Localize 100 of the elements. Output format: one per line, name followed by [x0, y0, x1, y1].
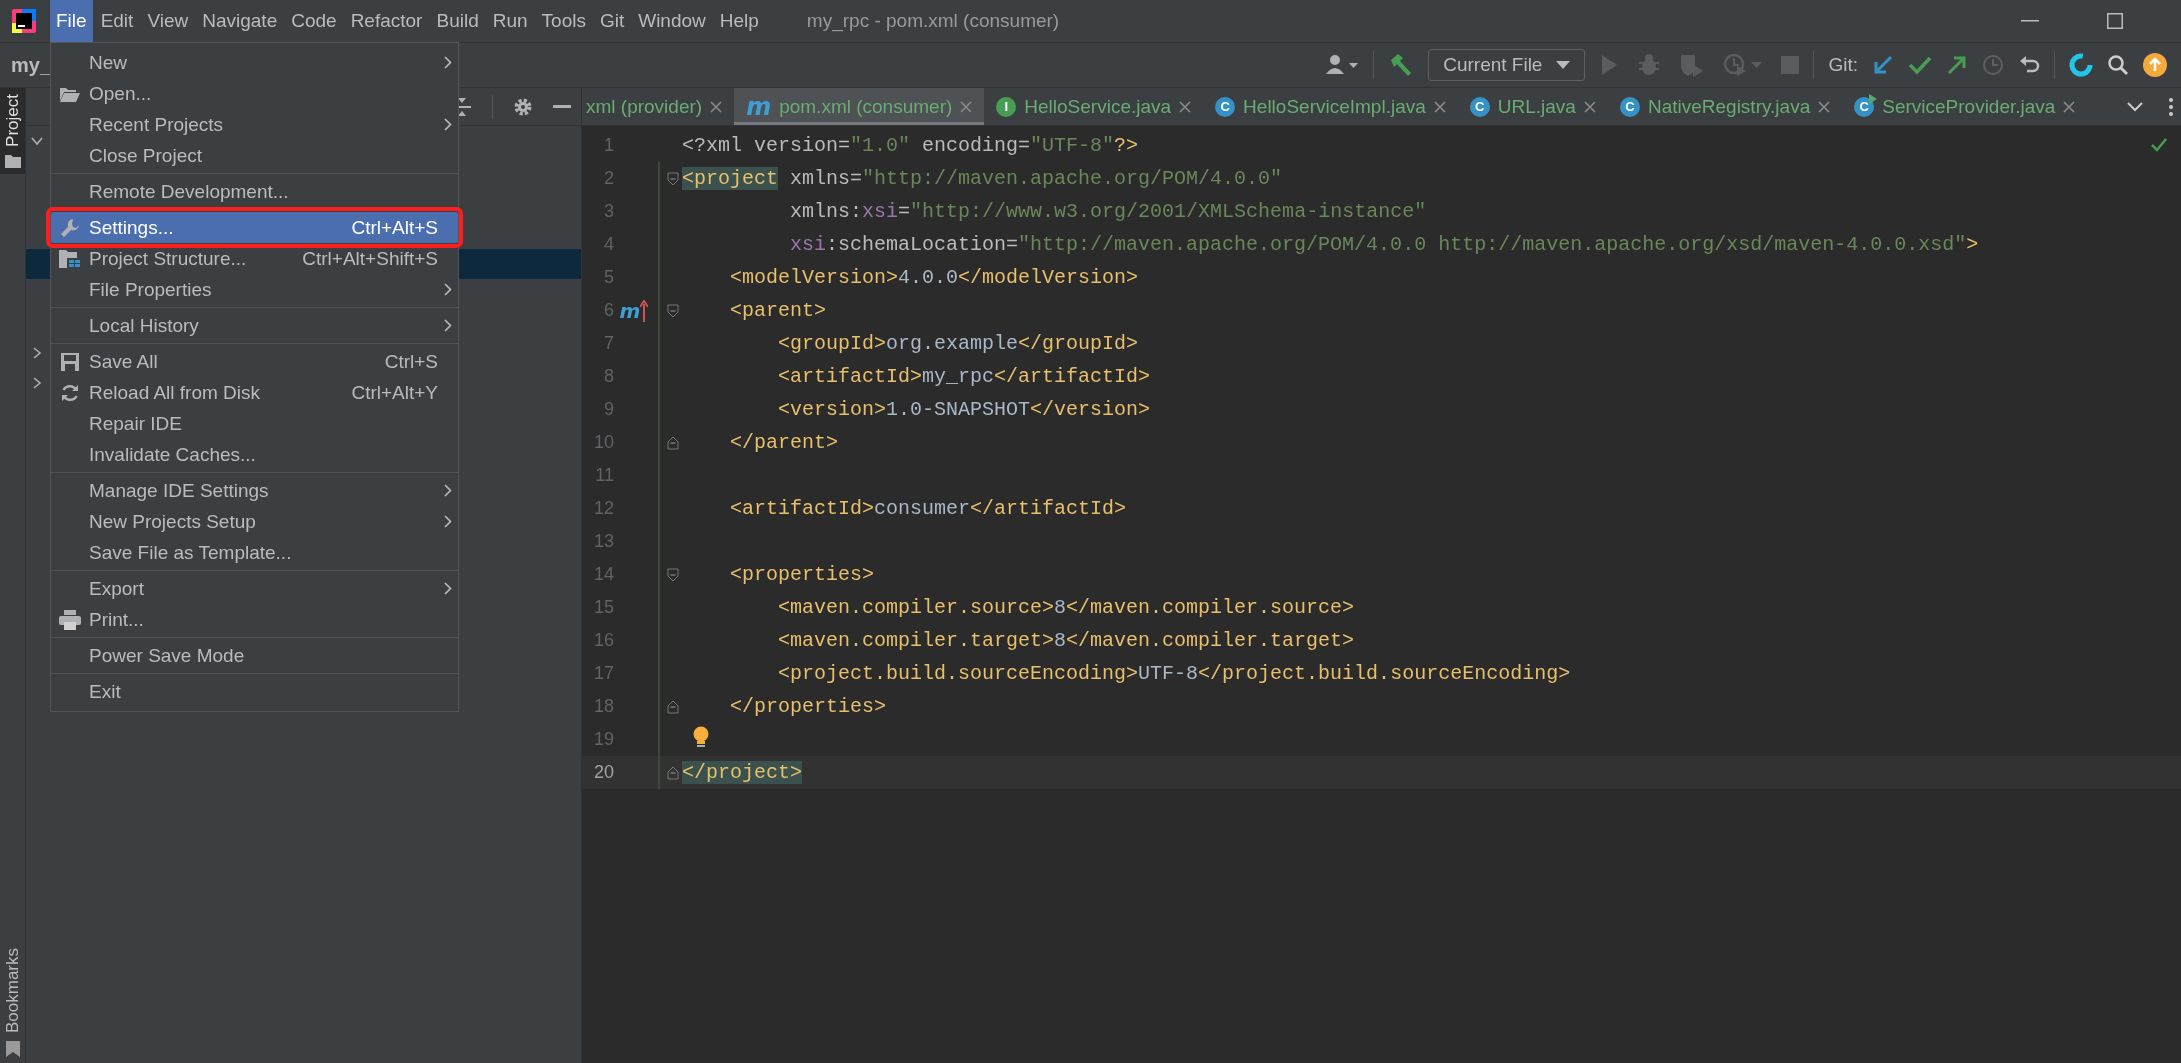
editor-tab[interactable]: m pom.xml (consumer)	[734, 88, 985, 125]
class-icon: C	[1619, 96, 1640, 117]
fold-icon[interactable]	[667, 567, 679, 582]
close-icon[interactable]	[1179, 100, 1192, 113]
editor-tab[interactable]: xml (provider)	[582, 88, 735, 125]
menu-item[interactable]: Print...	[51, 604, 458, 635]
maximize-icon[interactable]	[2107, 13, 2123, 29]
close-icon[interactable]	[1818, 100, 1831, 113]
chevron-down-icon[interactable]	[2127, 101, 2143, 112]
run-configuration-dropdown[interactable]: Current File	[1428, 49, 1586, 81]
menu-item[interactable]: Manage IDE Settings	[51, 475, 458, 506]
close-icon[interactable]	[960, 100, 973, 113]
caret-icon	[1556, 61, 1571, 69]
shortcut-text: Ctrl+S	[384, 350, 438, 373]
checkmark-icon[interactable]	[2151, 138, 2167, 152]
close-icon[interactable]	[1433, 100, 1446, 113]
minimize-icon[interactable]	[2021, 20, 2039, 22]
project-name[interactable]: my_	[11, 53, 52, 77]
shortcut-text: Ctrl+Alt+S	[351, 216, 438, 239]
line-number: 14	[592, 564, 614, 585]
menu-bar-item[interactable]: View	[141, 0, 195, 42]
code-line: <project xmlns="http://maven.apache.org/POM/4.0.0"	[682, 167, 1283, 190]
tool-window-tab[interactable]: Project	[0, 88, 25, 174]
editor-tab[interactable]: I HelloService.java	[984, 88, 1204, 125]
line-number: 18	[592, 696, 614, 717]
menu-bar-item[interactable]: Tools	[535, 0, 592, 42]
menu-item[interactable]: New Projects Setup	[51, 506, 458, 537]
menu-item[interactable]: Open...	[51, 78, 458, 109]
fold-end-icon[interactable]	[667, 699, 679, 714]
menu-bar-item[interactable]: File	[50, 0, 93, 42]
checkmark-icon[interactable]	[1908, 55, 1932, 75]
menu-item[interactable]: Exit	[51, 676, 458, 707]
line-number: 7	[603, 333, 614, 354]
menu-bar-item[interactable]: Refactor	[344, 0, 429, 42]
editor-tab[interactable]: C URL.java	[1457, 88, 1608, 125]
line-number: 9	[603, 399, 614, 420]
submenu-chevron-icon	[444, 283, 452, 296]
update-icon[interactable]	[2143, 53, 2167, 77]
fold-end-icon[interactable]	[667, 435, 679, 450]
line-number: 10	[592, 432, 614, 453]
close-icon[interactable]	[710, 100, 723, 113]
editor-tab[interactable]: C HelloServiceImpl.java	[1203, 88, 1458, 125]
editor-tab[interactable]: C NativeRegistry.java	[1607, 88, 1843, 125]
line-number: 20	[592, 762, 614, 783]
line-number: 17	[592, 663, 614, 684]
code-line: <maven.compiler.target>8</maven.compiler.target>	[777, 629, 1355, 652]
close-icon[interactable]	[2063, 100, 2076, 113]
menu-bar-item[interactable]: Help	[713, 0, 765, 42]
chevron-icon[interactable]	[31, 135, 43, 147]
submenu-chevron-icon	[444, 319, 452, 332]
menu-item[interactable]: Power Save Mode	[51, 640, 458, 671]
menu-bar-item[interactable]: Edit	[94, 0, 140, 42]
code-line: xsi:schemaLocation="http://maven.apache.org/POM/4.0.0 http://maven.apache.org/xsd/maven-4.0.0.xsd">	[789, 233, 1979, 256]
arrow-up-right-icon[interactable]	[1946, 54, 1968, 76]
close-icon[interactable]	[1583, 100, 1596, 113]
menu-item[interactable]: Repair IDE	[51, 408, 458, 439]
line-number: 19	[592, 729, 614, 750]
fold-end-icon[interactable]	[667, 765, 679, 780]
menu-item[interactable]: New	[51, 47, 458, 78]
menu-bar-item[interactable]: Window	[632, 0, 712, 42]
editor-tab[interactable]: C ServiceProvider.java	[1842, 88, 2088, 125]
settings-icon[interactable]	[513, 96, 533, 117]
class-icon: C	[1215, 96, 1236, 117]
menu-item[interactable]: Save File as Template...	[51, 537, 458, 568]
menu-bar-item[interactable]: Navigate	[196, 0, 284, 42]
bookmark-icon	[5, 1041, 20, 1057]
fold-icon[interactable]	[667, 303, 679, 318]
code-line: <maven.compiler.source>8</maven.compiler.source>	[777, 596, 1355, 619]
line-number: 11	[594, 465, 614, 486]
reload-icon	[60, 382, 80, 403]
line-number: 6	[603, 300, 614, 321]
folder-grid-icon	[59, 249, 81, 268]
menu-bar-item[interactable]: Git	[593, 0, 631, 42]
menu-item[interactable]: Project Structure... Ctrl+Alt+Shift+S	[51, 243, 458, 274]
folder-icon	[60, 85, 80, 102]
menu-item[interactable]: Recent Projects	[51, 109, 458, 140]
chevron-icon[interactable]	[31, 347, 43, 359]
line-number: 3	[603, 201, 614, 222]
menu-item[interactable]: File Properties	[51, 274, 458, 305]
menu-item[interactable]: Local History	[51, 310, 458, 341]
menu-item[interactable]: Invalidate Caches...	[51, 439, 458, 470]
fold-icon[interactable]	[667, 171, 679, 186]
menu-bar-item[interactable]: Run	[486, 0, 534, 42]
menu-item[interactable]: Export	[51, 573, 458, 604]
search-icon[interactable]	[2107, 54, 2129, 76]
clock-icon[interactable]	[1982, 54, 2004, 76]
menu-bar-item[interactable]: Build	[430, 0, 485, 42]
arrow-down-left-icon[interactable]	[1872, 54, 1894, 76]
minimize-icon[interactable]	[553, 104, 571, 109]
menu-bar-item[interactable]: Code	[285, 0, 343, 42]
user-icon[interactable]	[1325, 54, 1360, 76]
lightbulb-icon[interactable]	[692, 725, 710, 750]
menu-item[interactable]: Save All Ctrl+S	[51, 346, 458, 377]
tool-window-tab[interactable]: Bookmarks	[0, 941, 25, 1063]
chevron-icon[interactable]	[31, 377, 43, 389]
swirl-logo-icon[interactable]	[2069, 53, 2093, 77]
more-icon[interactable]	[2169, 96, 2173, 117]
menu-item[interactable]: Close Project	[51, 140, 458, 171]
menu-item[interactable]: Remote Development...	[51, 176, 458, 207]
menu-item[interactable]: Reload All from Disk Ctrl+Alt+Y	[51, 377, 458, 408]
